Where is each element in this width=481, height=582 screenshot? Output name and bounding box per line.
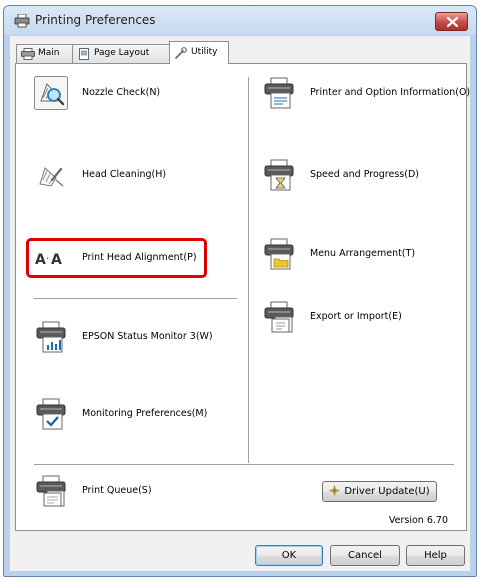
print-queue-label: Print Queue(S) bbox=[82, 485, 152, 496]
left-divider bbox=[34, 298, 237, 299]
speed-progress-label: Speed and Progress(D) bbox=[310, 169, 419, 180]
title-bar[interactable]: Printing Preferences bbox=[4, 6, 476, 35]
nozzle-check-label: Nozzle Check(N) bbox=[82, 87, 161, 98]
driver-update-button[interactable]: Driver Update(U) bbox=[322, 481, 437, 502]
close-icon bbox=[447, 17, 458, 27]
ok-label: OK bbox=[281, 550, 297, 561]
cancel-label: Cancel bbox=[348, 550, 382, 561]
status-monitor-icon bbox=[34, 320, 68, 354]
printer-icon bbox=[21, 48, 35, 60]
tab-label: Utility bbox=[191, 47, 218, 57]
tab-page-layout[interactable]: Page Layout bbox=[72, 44, 170, 63]
printer-info-button[interactable]: Printer and Option Information(O) bbox=[262, 76, 470, 116]
printer-info-icon bbox=[262, 76, 296, 110]
printer-icon bbox=[14, 14, 30, 28]
close-button[interactable] bbox=[435, 12, 468, 31]
tab-main[interactable]: Main bbox=[16, 44, 73, 63]
menu-arrangement-icon bbox=[262, 237, 296, 271]
nozzle-check-button[interactable]: Nozzle Check(N) bbox=[34, 76, 234, 116]
head-cleaning-button[interactable]: Head Cleaning(H) bbox=[34, 158, 234, 198]
export-import-icon bbox=[262, 300, 296, 334]
column-divider bbox=[248, 77, 249, 463]
speed-progress-button[interactable]: Speed and Progress(D) bbox=[262, 158, 462, 198]
page-icon bbox=[79, 48, 89, 60]
tab-label: Main bbox=[38, 48, 60, 58]
wrench-icon bbox=[175, 47, 187, 59]
highlight-box bbox=[26, 238, 207, 278]
monitoring-preferences-icon bbox=[34, 397, 68, 431]
ok-button[interactable]: OK bbox=[255, 545, 323, 566]
export-import-button[interactable]: Export or Import(E) bbox=[262, 300, 462, 340]
help-label: Help bbox=[424, 550, 447, 561]
window-title: Printing Preferences bbox=[35, 13, 156, 27]
help-button[interactable]: Help bbox=[406, 545, 465, 566]
update-icon bbox=[329, 485, 341, 496]
printing-preferences-window: Printing Preferences Main Page Layout Ut… bbox=[3, 5, 477, 577]
tab-utility[interactable]: Utility bbox=[169, 41, 229, 64]
speed-progress-icon bbox=[262, 158, 296, 192]
print-queue-button[interactable]: Print Queue(S) bbox=[34, 474, 234, 514]
monitoring-preferences-button[interactable]: Monitoring Preferences(M) bbox=[34, 397, 234, 437]
monitoring-preferences-label: Monitoring Preferences(M) bbox=[82, 408, 208, 419]
menu-arrangement-button[interactable]: Menu Arrangement(T) bbox=[262, 237, 462, 277]
status-monitor-button[interactable]: EPSON Status Monitor 3(W) bbox=[34, 320, 234, 360]
print-queue-icon bbox=[34, 474, 68, 508]
menu-arrangement-label: Menu Arrangement(T) bbox=[310, 248, 416, 259]
head-cleaning-icon bbox=[34, 158, 68, 192]
driver-update-label: Driver Update(U) bbox=[344, 486, 430, 497]
dialog-client: Main Page Layout Utility Nozzle Check(N)… bbox=[10, 36, 470, 571]
utility-panel: Nozzle Check(N) Head Cleaning(H) A · A P… bbox=[15, 63, 470, 531]
export-import-label: Export or Import(E) bbox=[310, 311, 402, 322]
bottom-divider bbox=[34, 464, 454, 465]
head-cleaning-label: Head Cleaning(H) bbox=[82, 169, 167, 180]
cancel-button[interactable]: Cancel bbox=[330, 545, 400, 566]
status-monitor-label: EPSON Status Monitor 3(W) bbox=[82, 331, 213, 342]
version-text: Version 6.70 bbox=[388, 515, 448, 526]
nozzle-check-icon bbox=[34, 76, 68, 110]
printer-info-label: Printer and Option Information(O) bbox=[310, 87, 471, 98]
tab-label: Page Layout bbox=[94, 48, 150, 58]
